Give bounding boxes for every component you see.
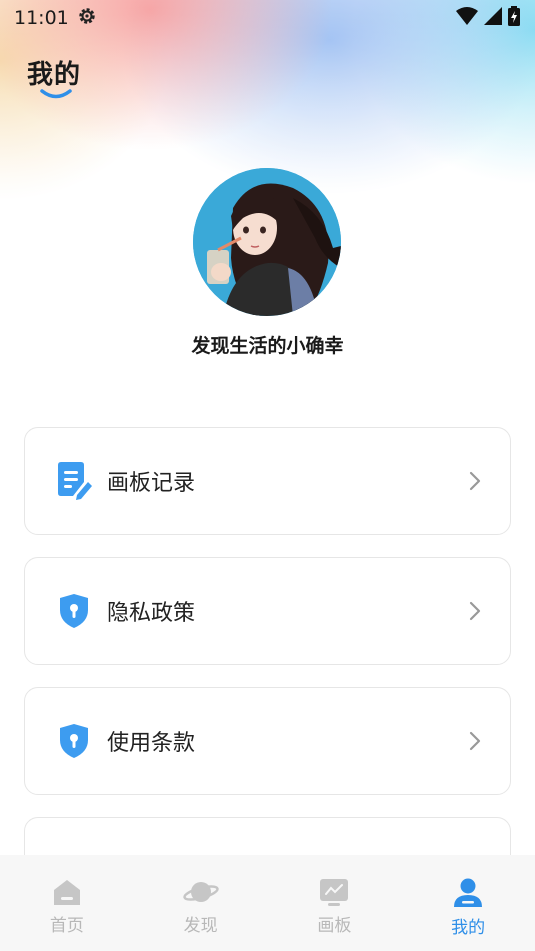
nav-label: 发现 [183, 916, 218, 936]
nav-item-discover[interactable]: 发现 [134, 855, 268, 951]
shield-lock-icon [55, 722, 93, 760]
page-title-group: 我的 [27, 54, 82, 99]
document-edit-icon [55, 462, 93, 500]
nav-item-mine[interactable]: 我的 [401, 855, 535, 951]
menu-item-drawing-records[interactable]: 画板记录 [24, 427, 511, 535]
status-bar: 11:01 [0, 0, 535, 36]
home-icon [53, 880, 80, 905]
chevron-right-icon [469, 731, 481, 751]
nav-label: 画板 [317, 916, 352, 936]
page-title: 我的 [27, 60, 82, 90]
avatar[interactable] [193, 168, 341, 316]
menu-item-label: 画板记录 [107, 471, 196, 496]
bottom-nav: 首页 发现 画板 我的 [0, 855, 535, 951]
menu-item-label: 隐私政策 [107, 601, 196, 626]
nav-label: 我的 [451, 918, 486, 938]
title-smile-icon [40, 89, 72, 99]
chevron-right-icon [469, 601, 481, 621]
shield-lock-icon [55, 592, 93, 630]
nav-label: 首页 [49, 916, 84, 936]
wifi-icon [455, 6, 479, 30]
chevron-right-icon [469, 471, 481, 491]
menu-item-label: 使用条款 [107, 731, 196, 756]
cell-signal-icon [483, 6, 503, 30]
nav-item-home[interactable]: 首页 [0, 855, 134, 951]
menu-item-privacy-policy[interactable]: 隐私政策 [24, 557, 511, 665]
planet-icon [182, 882, 219, 902]
status-time: 11:01 [14, 7, 69, 29]
username: 发现生活的小确幸 [191, 335, 344, 357]
nav-item-board[interactable]: 画板 [268, 855, 402, 951]
settings-gear-icon [77, 6, 97, 30]
board-icon [320, 879, 349, 906]
user-icon [454, 878, 483, 907]
battery-icon [507, 5, 521, 31]
menu-item-terms-of-use[interactable]: 使用条款 [24, 687, 511, 795]
